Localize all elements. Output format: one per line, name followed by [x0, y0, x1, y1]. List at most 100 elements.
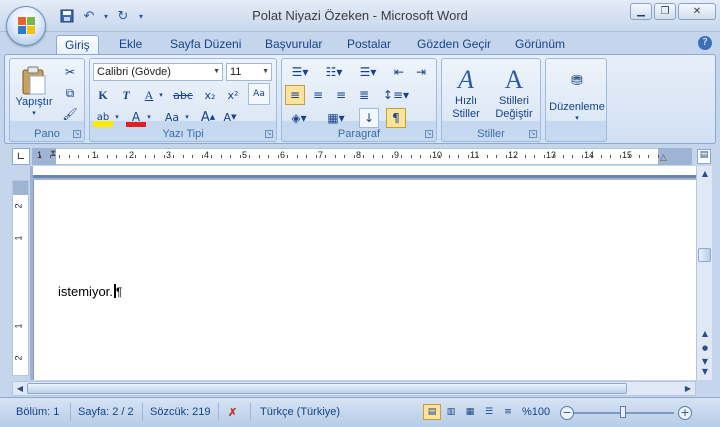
strikethrough-button[interactable]: abc	[170, 85, 196, 105]
shrink-font-button[interactable]: A ▼	[220, 107, 240, 127]
tab-ekle[interactable]: Ekle	[111, 35, 150, 54]
ruler-tick	[496, 155, 497, 158]
tab-gorunum[interactable]: Görünüm	[507, 35, 573, 54]
line-spacing-button[interactable]: ↕≡▾	[382, 85, 410, 105]
scroll-right-icon[interactable]: ▶	[682, 383, 694, 395]
highlight-dropdown-icon[interactable]: ▾	[112, 107, 122, 127]
status-language[interactable]: Türkçe (Türkiye)	[260, 406, 340, 418]
scroll-down-icon[interactable]: ▼	[699, 366, 711, 378]
zoom-level[interactable]: %100	[522, 406, 550, 418]
font-size-dropdown-icon[interactable]: ▼	[262, 64, 269, 80]
bold-button[interactable]: K	[93, 85, 113, 105]
status-section[interactable]: Bölüm: 1	[16, 406, 59, 418]
justify-button[interactable]: ≣	[354, 85, 374, 105]
tab-giris[interactable]: Giriş	[56, 35, 99, 54]
window-controls: ▁ ❐ ✕	[630, 3, 716, 20]
decrease-indent-button[interactable]: ⇤	[389, 62, 409, 82]
paste-button[interactable]: Yapıştır ▾	[14, 61, 54, 121]
sort-button[interactable]: ↓	[359, 108, 379, 128]
web-layout-view-icon[interactable]: ▦	[461, 404, 479, 420]
help-icon[interactable]: ?	[698, 36, 712, 50]
group-font: Calibri (Gövde) ▼ 11 ▼ K T A ▾ abc x₂ x²…	[89, 58, 277, 142]
ruler-tick	[97, 155, 98, 158]
quick-styles-button[interactable]: A Hızlı Stiller	[446, 63, 486, 123]
document-text[interactable]: istemiyor. ¶	[58, 284, 122, 299]
tab-gozden-gecir[interactable]: Gözden Geçir	[409, 35, 499, 54]
draft-view-icon[interactable]: ≡	[499, 404, 517, 420]
subscript-button[interactable]: x₂	[200, 85, 220, 105]
copy-icon[interactable]: ⧉	[60, 83, 80, 103]
tab-postalar[interactable]: Postalar	[339, 35, 399, 54]
highlight-button[interactable]: ab	[93, 107, 113, 127]
status-separator	[250, 403, 251, 421]
maximize-button[interactable]: ❐	[654, 3, 676, 20]
minimize-button[interactable]: ▁	[630, 3, 652, 20]
underline-dropdown-icon[interactable]: ▾	[156, 85, 166, 105]
font-launcher-icon[interactable]: ↘	[265, 130, 273, 138]
bullets-button[interactable]: ☰▾	[285, 62, 315, 82]
horizontal-scroll-thumb[interactable]	[27, 383, 627, 394]
paragraph-launcher-icon[interactable]: ↘	[425, 130, 433, 138]
tab-basvurular[interactable]: Başvurular	[257, 35, 330, 54]
outline-view-icon[interactable]: ☰	[480, 404, 498, 420]
spelling-check-icon[interactable]: ✗	[228, 406, 237, 419]
font-color-button[interactable]: A	[126, 107, 146, 127]
ruler-tick	[534, 155, 535, 158]
ruler-tick	[382, 155, 383, 158]
group-styles: A Hızlı Stiller A Stilleri Değiştir Stil…	[441, 58, 541, 142]
status-words[interactable]: Sözcük: 219	[150, 406, 211, 418]
zoom-in-icon[interactable]: +	[678, 406, 692, 420]
font-name-combo[interactable]: Calibri (Gövde) ▼	[93, 63, 223, 81]
scroll-up-icon[interactable]: ▲	[699, 328, 711, 340]
status-page[interactable]: Sayfa: 2 / 2	[78, 406, 134, 418]
multilevel-list-button[interactable]: ☰▾	[353, 62, 383, 82]
align-right-button[interactable]: ≡	[331, 85, 351, 105]
cut-icon[interactable]: ✂	[60, 62, 80, 82]
tab-sayfa-duzeni[interactable]: Sayfa Düzeni	[162, 35, 249, 54]
scroll-up-icon[interactable]: ▲	[699, 168, 711, 180]
print-layout-view-icon[interactable]: ▤	[423, 404, 441, 420]
horizontal-scrollbar[interactable]: ◀ ▶	[12, 381, 696, 396]
ruler-tick	[306, 155, 307, 158]
zoom-out-icon[interactable]: −	[560, 406, 574, 420]
tab-selector[interactable]: ∟	[12, 148, 30, 165]
editing-button[interactable]: ⛃ Düzenleme ▾	[548, 63, 606, 127]
change-case-dropdown-icon[interactable]: ▾	[182, 107, 192, 127]
font-color-dropdown-icon[interactable]: ▾	[144, 107, 154, 127]
group-editing[interactable]: ⛃ Düzenleme ▾	[545, 58, 607, 142]
font-size-combo[interactable]: 11 ▼	[226, 63, 272, 81]
pano-launcher-icon[interactable]: ↘	[73, 130, 81, 138]
format-painter-icon[interactable]: 🖌	[60, 104, 80, 124]
full-screen-reading-view-icon[interactable]: ▥	[442, 404, 460, 420]
align-left-button[interactable]: ≡	[285, 85, 305, 105]
show-formatting-marks-button[interactable]: ¶	[386, 108, 406, 128]
shading-button[interactable]: ◈▾	[285, 108, 313, 128]
vertical-scroll-thumb[interactable]	[698, 248, 711, 262]
numbering-button[interactable]: ☷▾	[319, 62, 349, 82]
styles-launcher-icon[interactable]: ↘	[529, 130, 537, 138]
italic-button[interactable]: T	[116, 85, 136, 105]
ruler-tick	[354, 155, 355, 158]
increase-indent-button[interactable]: ⇥	[411, 62, 431, 82]
ruler-tick	[506, 155, 507, 158]
close-button[interactable]: ✕	[678, 3, 716, 20]
zoom-slider-thumb[interactable]	[620, 406, 626, 418]
change-styles-button[interactable]: A Stilleri Değiştir	[488, 63, 540, 123]
grow-font-button[interactable]: A ▲	[198, 107, 218, 127]
change-case-button[interactable]: Aa	[160, 107, 184, 127]
scroll-left-icon[interactable]: ◀	[14, 383, 26, 395]
ruler-number: 15	[622, 150, 633, 160]
vertical-scrollbar[interactable]: ▲ ▲ ● ▼ ▼	[696, 166, 712, 380]
superscript-button[interactable]: x²	[223, 85, 243, 105]
clear-formatting-button[interactable]: Aa	[248, 83, 270, 105]
indent-marker-icon[interactable]: ⧗	[50, 149, 60, 165]
borders-button[interactable]: ▦▾	[322, 108, 350, 128]
office-button[interactable]	[6, 6, 46, 46]
right-indent-marker-icon[interactable]: △	[660, 153, 667, 163]
font-name-dropdown-icon[interactable]: ▼	[213, 64, 220, 80]
view-ruler-icon[interactable]: ▤	[697, 149, 711, 164]
align-center-button[interactable]: ≡	[308, 85, 328, 105]
document-page[interactable]: istemiyor. ¶	[33, 180, 696, 380]
ruler-tick	[116, 155, 117, 158]
browse-object-icon[interactable]: ●	[699, 342, 711, 354]
